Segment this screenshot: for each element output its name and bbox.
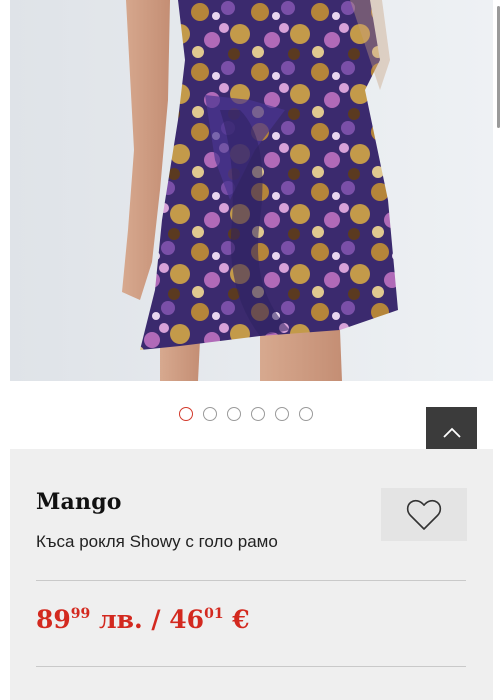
dress-photo	[10, 0, 493, 381]
carousel-dot-1[interactable]	[179, 407, 193, 421]
brand-name[interactable]: Mango	[36, 489, 122, 515]
price: 8999 лв. / 4601 €	[36, 605, 250, 634]
product-info-panel: Mango Къса рокля Showy с голо рамо 8999 …	[10, 449, 493, 700]
carousel-dot-6[interactable]	[299, 407, 313, 421]
price-eur-main: 46	[169, 605, 205, 634]
chevron-up-icon	[442, 427, 461, 438]
divider	[36, 666, 466, 667]
wishlist-button[interactable]	[381, 488, 467, 541]
price-bgn-currency: лв.	[99, 605, 143, 634]
price-bgn-cents: 99	[70, 606, 91, 622]
price-separator: /	[151, 605, 161, 634]
heart-icon	[406, 499, 442, 530]
price-bgn-main: 89	[36, 605, 71, 634]
carousel-dots	[179, 407, 313, 423]
price-eur-cents: 01	[204, 606, 224, 622]
carousel-dot-5[interactable]	[275, 407, 289, 421]
carousel-dot-2[interactable]	[203, 407, 217, 421]
carousel-dot-4[interactable]	[251, 407, 265, 421]
divider	[36, 580, 466, 581]
carousel-dot-3[interactable]	[227, 407, 241, 421]
product-page: Mango Къса рокля Showy с голо рамо 8999 …	[0, 0, 503, 700]
scrollbar[interactable]	[497, 6, 500, 128]
product-title: Къса рокля Showy с голо рамо	[36, 532, 278, 551]
price-eur-currency: €	[232, 605, 250, 634]
product-image[interactable]	[10, 0, 493, 381]
